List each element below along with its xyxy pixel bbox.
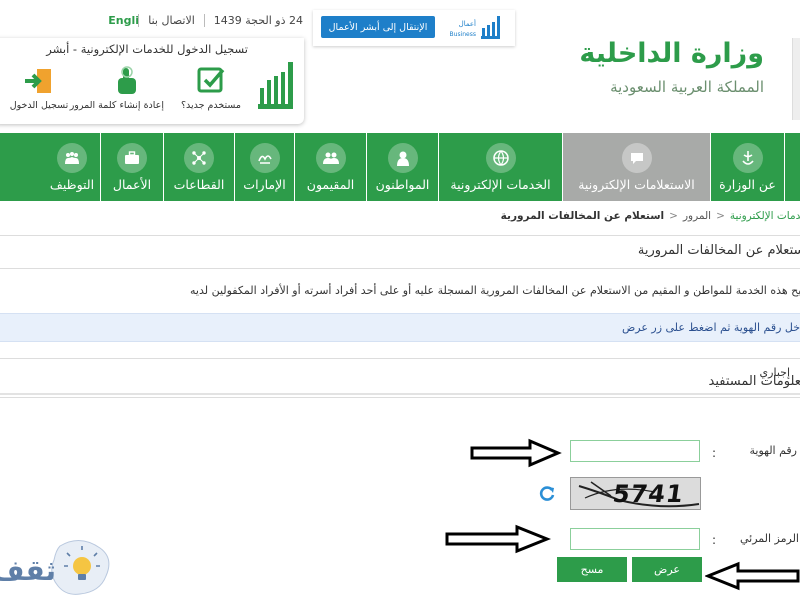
watermark-logo-icon: ثقف — [0, 540, 110, 595]
annotation-arrow-icon — [705, 561, 800, 591]
section-separator — [0, 393, 800, 395]
nav-item-citizens[interactable]: المواطنون — [367, 133, 438, 201]
login-button[interactable]: تسجيل الدخول — [2, 66, 76, 111]
info-banner: أدخل رقم الهوية ثم اضغط على زر عرض — [0, 313, 800, 342]
annotation-arrow-icon — [470, 438, 562, 468]
main-nav: عن الوزارة الاستعلامات الإلكترونية الخدم… — [0, 133, 800, 201]
captcha-image: 5741 — [570, 477, 701, 510]
nav-label: القطاعات — [173, 177, 225, 192]
breadcrumb-item-traffic[interactable]: المرور — [683, 210, 711, 222]
breadcrumb-item-e-services[interactable]: الخدمات الإلكترونية — [730, 210, 800, 222]
breadcrumb-current: استعلام عن المخالفات المرورية — [500, 210, 665, 222]
page-title: استعلام عن المخالفات المرورية — [637, 243, 800, 258]
id-number-label-text: رقم الهوية — [749, 444, 797, 457]
nav-separator — [784, 133, 785, 201]
id-colon: : — [712, 446, 717, 460]
login-label: تسجيل الدخول — [9, 100, 69, 111]
beneficiary-section-title: معلومات المستفيد — [708, 374, 800, 389]
nav-item-e-inquiries[interactable]: الاستعلامات الإلكترونية — [563, 133, 710, 201]
nav-item-residents[interactable]: المقيمون — [295, 133, 366, 201]
absher-business-banner: الإنتقال إلى أبشر الأعمال أعمال Business — [313, 10, 515, 46]
annotation-arrow-icon — [445, 524, 551, 554]
nav-label: المواطنون — [375, 177, 430, 192]
nav-item-e-services[interactable]: الخدمات الإلكترونية — [439, 133, 562, 201]
citizen-icon — [387, 143, 418, 173]
id-number-input[interactable] — [570, 440, 700, 462]
residents-icon — [315, 143, 346, 173]
new-user-button[interactable]: مستخدم جديد؟ — [174, 66, 248, 111]
briefcase-icon — [117, 143, 147, 173]
emirates-icon — [249, 143, 280, 173]
nav-item-business[interactable]: الأعمال — [101, 133, 163, 201]
absher-business-logo-icon: أعمال Business — [450, 16, 500, 39]
login-title: تسجيل الدخول للخدمات الإلكترونية - أبشر — [46, 42, 248, 56]
nav-label: المقيمون — [306, 177, 355, 192]
nav-label: الاستعلامات الإلكترونية — [578, 177, 695, 192]
nav-item-employment[interactable]: التوظيف — [44, 133, 100, 201]
nav-item-about-ministry[interactable]: عن الوزارة — [711, 133, 784, 201]
refresh-captcha-icon[interactable] — [538, 484, 556, 502]
divider — [0, 358, 800, 359]
info-text: أدخل رقم الهوية ثم اضغط على زر عرض — [621, 321, 800, 334]
nav-label: التوظيف — [49, 177, 95, 192]
ministry-name: وزارة الداخلية — [579, 38, 764, 69]
breadcrumb-separator: < — [669, 210, 678, 222]
emblem-icon — [732, 143, 763, 173]
clear-button[interactable]: مسح — [557, 557, 627, 582]
absher-login-box: تسجيل الدخول للخدمات الإلكترونية - أبشر … — [0, 38, 304, 124]
reset-password-button[interactable]: إعادة إنشاء كلمة المرور — [69, 66, 164, 111]
contact-link[interactable]: الاتصال بنا — [138, 13, 204, 27]
submit-button[interactable]: عرض — [632, 557, 702, 582]
top-bar: 24 ذو الحجة 1439 الاتصال بنا English — [0, 0, 320, 40]
reset-password-icon — [118, 66, 136, 94]
business-logo-en: Business — [450, 31, 476, 38]
nav-item-emirates[interactable]: الإمارات — [235, 133, 294, 201]
breadcrumb-separator: < — [716, 210, 725, 222]
right-edge-strip — [792, 38, 800, 120]
employment-icon — [57, 143, 87, 173]
nav-label: الخدمات الإلكترونية — [450, 177, 551, 192]
service-description: تتيح هذه الخدمة للمواطن و المقيم من الاس… — [189, 284, 800, 297]
divider — [0, 397, 800, 398]
chat-icon — [621, 143, 652, 173]
globe-icon — [485, 143, 516, 173]
captcha-label: * الرمز المرئي — [740, 532, 800, 545]
reset-password-label: إعادة إنشاء كلمة المرور — [69, 100, 164, 111]
captcha-colon: : — [712, 533, 717, 547]
page: 24 ذو الحجة 1439 الاتصال بنا English تسج… — [0, 0, 800, 600]
business-logo-ar: أعمال — [459, 19, 476, 28]
absher-logo-icon[interactable] — [254, 58, 296, 114]
captcha-input[interactable] — [570, 528, 700, 550]
watermark-text: ثقف — [0, 554, 56, 587]
new-user-icon — [197, 67, 225, 93]
nav-item-sectors[interactable]: القطاعات — [164, 133, 234, 201]
breadcrumb: الخدمات الإلكترونية < المرور < استعلام عن ال… — [501, 210, 800, 222]
sectors-icon — [184, 143, 214, 173]
nav-label: عن الوزارة — [719, 177, 776, 192]
language-link[interactable]: English — [108, 14, 138, 27]
divider — [0, 268, 800, 269]
ministry-country: المملكة العربية السعودية — [610, 78, 764, 96]
hijri-date: 24 ذو الحجة 1439 — [203, 13, 312, 27]
captcha-text: 5741 — [611, 480, 686, 508]
captcha-label-text: الرمز المرئي — [739, 532, 799, 545]
new-user-label: مستخدم جديد؟ — [181, 100, 241, 111]
ministry-logo[interactable]: وزارة الداخلية المملكة العربية السعودية — [579, 38, 794, 108]
nav-label: الإمارات — [243, 177, 286, 192]
divider — [0, 235, 800, 236]
login-icon — [25, 69, 51, 93]
id-number-label: * رقم الهوية — [749, 444, 800, 457]
nav-label: الأعمال — [112, 177, 152, 192]
go-to-business-button[interactable]: الإنتقال إلى أبشر الأعمال — [321, 16, 435, 38]
